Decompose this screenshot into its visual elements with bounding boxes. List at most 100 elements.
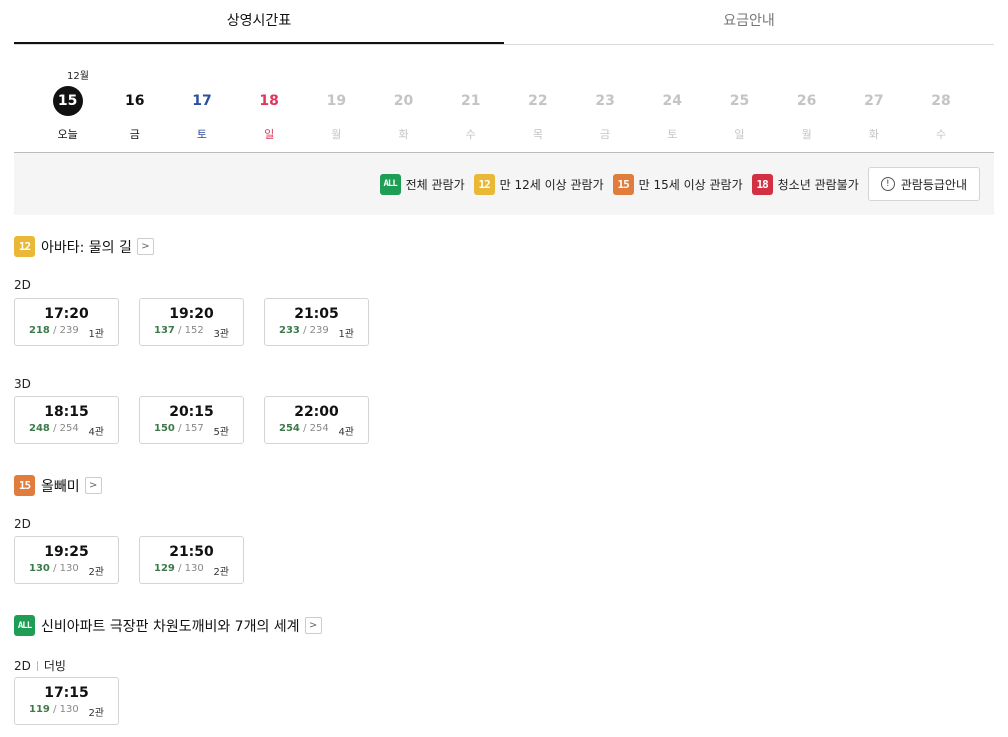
date-item[interactable]: 16 금 xyxy=(101,86,168,142)
seats-available: 119 xyxy=(29,704,50,715)
seats-total: / 254 xyxy=(303,423,329,434)
date-day: 수 xyxy=(935,128,947,141)
date-number: 28 xyxy=(931,93,951,109)
date-number: 21 xyxy=(460,93,481,109)
legend-label: 전체 관람가 xyxy=(405,177,465,192)
showtime-card[interactable]: 19:25 130 / 130 2관 xyxy=(14,536,119,584)
date-day: 화 xyxy=(398,128,409,141)
seat-count: 248 / 254 xyxy=(29,423,79,438)
seats-available: 137 xyxy=(154,325,175,336)
movie-title[interactable]: 신비아파트 극장판 차원도깨비와 7개의 세계 xyxy=(41,616,300,636)
legend-18: 18 청소년 관람불가 xyxy=(751,173,859,195)
seats-available: 150 xyxy=(154,423,175,434)
hall-label: 4관 xyxy=(88,427,104,438)
date-item[interactable]: 23 금 xyxy=(572,86,639,142)
showtime-row: 17:20 218 / 239 1관 19:20 137 / 152 3관 21:05 233… xyxy=(14,298,389,346)
date-item[interactable]: 28 수 xyxy=(907,86,974,142)
showtime-time: 18:15 xyxy=(44,404,89,420)
legend-label: 청소년 관람불가 xyxy=(777,177,859,192)
seats-available: 129 xyxy=(154,563,175,574)
rating-legend: ALL 전체 관람가 12 만 12세 이상 관람가 15 만 15세 이상 관… xyxy=(379,167,980,201)
format-sub-text: 더빙 xyxy=(43,659,66,673)
seat-count: 137 / 152 xyxy=(154,325,204,340)
format-label: 2D xyxy=(14,278,31,292)
chevron-right-icon[interactable]: > xyxy=(84,477,102,494)
seat-count: 233 / 239 xyxy=(279,325,329,340)
showtime-time: 21:05 xyxy=(294,306,339,322)
format-text: 2D xyxy=(14,517,31,531)
legend-15: 15 만 15세 이상 관람가 xyxy=(612,173,743,195)
chevron-right-icon[interactable]: > xyxy=(136,238,154,255)
seat-count: 130 / 130 xyxy=(29,563,79,578)
movie-title-row: 12 아바타: 물의 길 > xyxy=(14,236,154,257)
showtime-time: 22:00 xyxy=(294,404,339,420)
date-item[interactable]: 22 목 xyxy=(504,86,571,142)
hall-label: 1관 xyxy=(338,329,354,340)
format-text: 2D xyxy=(14,658,31,673)
date-number: 18 xyxy=(259,93,279,109)
chevron-right-icon[interactable]: > xyxy=(304,617,322,634)
seat-count: 119 / 130 xyxy=(29,704,79,719)
hall-label: 5관 xyxy=(213,427,229,438)
tab-bar: 상영시간표 요금안내 xyxy=(14,0,994,45)
date-number: 27 xyxy=(864,93,884,109)
date-number: 16 xyxy=(125,93,145,109)
format-text: 2D xyxy=(14,278,31,292)
showtime-card[interactable]: 20:15 150 / 157 5관 xyxy=(139,396,244,444)
format-text: 3D xyxy=(14,377,31,391)
showtime-row: 18:15 248 / 254 4관 20:15 150 / 157 5관 22:00 254… xyxy=(14,396,389,444)
date-item[interactable]: 18 일 xyxy=(236,86,303,142)
tab-showtimes[interactable]: 상영시간표 xyxy=(14,0,504,44)
rating-guide-label: 관람등급안내 xyxy=(900,177,967,192)
seats-available: 233 xyxy=(279,325,300,336)
showtime-time: 17:20 xyxy=(44,306,89,322)
rating-legend-bar: ALL 전체 관람가 12 만 12세 이상 관람가 15 만 15세 이상 관… xyxy=(14,153,994,215)
date-item[interactable]: 19 월 xyxy=(303,86,370,142)
showtime-time: 21:50 xyxy=(169,544,214,560)
showtime-card[interactable]: 19:20 137 / 152 3관 xyxy=(139,298,244,346)
hall-label: 2관 xyxy=(88,567,104,578)
seats-available: 248 xyxy=(29,423,50,434)
showtime-info: 254 / 254 4관 xyxy=(265,423,368,438)
date-day: 토 xyxy=(667,128,678,141)
showtime-card[interactable]: 21:05 233 / 239 1관 xyxy=(264,298,369,346)
rating-12-badge: 12 xyxy=(14,236,35,257)
movie-title[interactable]: 아바타: 물의 길 xyxy=(41,237,132,257)
showtime-time: 17:15 xyxy=(44,685,89,701)
date-item[interactable]: 24 토 xyxy=(639,86,706,142)
date-item[interactable]: 25 일 xyxy=(706,86,773,142)
info-icon: ! xyxy=(880,177,895,191)
date-item[interactable]: 20 화 xyxy=(370,86,437,142)
seats-total: / 157 xyxy=(178,423,204,434)
rating-all-badge: ALL xyxy=(14,615,35,636)
showtime-row: 19:25 130 / 130 2관 21:50 129 / 130 2관 xyxy=(14,536,264,584)
format-label: 2D xyxy=(14,517,31,531)
movie-title-row: ALL 신비아파트 극장판 차원도깨비와 7개의 세계 > xyxy=(14,615,322,636)
date-item[interactable]: 21 수 xyxy=(437,86,504,142)
date-day: 화 xyxy=(868,128,879,141)
showtime-info: 233 / 239 1관 xyxy=(265,325,368,340)
rating-all-badge: ALL xyxy=(379,173,401,195)
date-day: 일 xyxy=(264,128,275,141)
date-number: 24 xyxy=(662,93,683,109)
legend-all: ALL 전체 관람가 xyxy=(379,173,465,195)
seats-total: / 130 xyxy=(53,704,79,715)
tab-pricing[interactable]: 요금안내 xyxy=(504,0,994,44)
date-item[interactable]: 17 토 xyxy=(168,86,235,142)
showtime-card[interactable]: 17:20 218 / 239 1관 xyxy=(14,298,119,346)
showtime-card[interactable]: 18:15 248 / 254 4관 xyxy=(14,396,119,444)
date-day: 목 xyxy=(532,128,543,141)
date-item[interactable]: 27 화 xyxy=(840,86,907,142)
seats-total: / 239 xyxy=(303,325,329,336)
rating-15-badge: 15 xyxy=(14,475,35,496)
showtime-card[interactable]: 17:15 119 / 130 2관 xyxy=(14,677,119,725)
date-list: 15 오늘 16 금 17 토 18 일 19 월 20 화 21 수 22 목 23 금 24 토 25 일 26 월 27 화… xyxy=(34,86,975,142)
showtime-card[interactable]: 22:00 254 / 254 4관 xyxy=(264,396,369,444)
movie-title[interactable]: 올빼미 xyxy=(41,476,80,496)
showtime-card[interactable]: 21:50 129 / 130 2관 xyxy=(139,536,244,584)
seats-total: / 239 xyxy=(53,325,79,336)
date-item[interactable]: 15 오늘 xyxy=(34,86,101,142)
rating-guide-button[interactable]: ! 관람등급안내 xyxy=(867,167,980,201)
showtime-time: 20:15 xyxy=(169,404,214,420)
date-item[interactable]: 26 월 xyxy=(773,86,840,142)
